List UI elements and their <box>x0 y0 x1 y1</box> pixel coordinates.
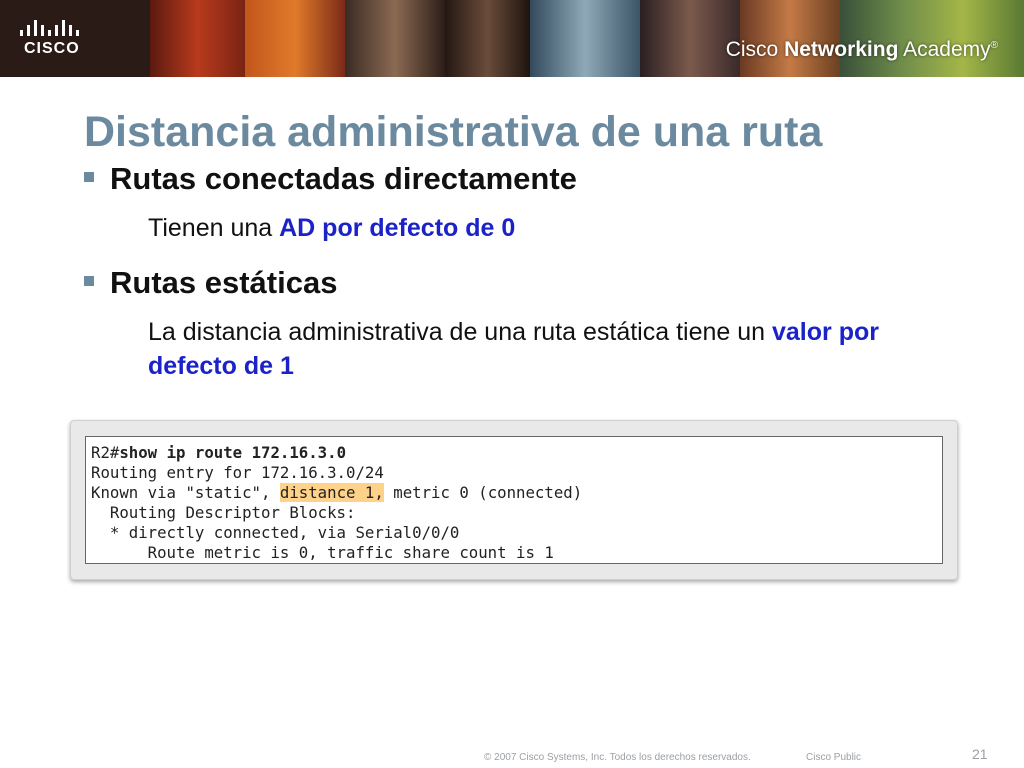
bullet-connected-routes: Rutas conectadas directamente <box>84 161 577 197</box>
terminal-line-3: Known via "static", distance 1, metric 0… <box>91 483 582 502</box>
banner-photo <box>150 0 245 77</box>
academy-brand-suffix: Academy <box>898 38 991 61</box>
terminal-line-6: Route metric is 0, traffic share count i… <box>91 543 554 562</box>
header-banner: CISCO Cisco Networking Academy® <box>0 0 1024 77</box>
banner-photo <box>445 0 530 77</box>
bullet-square-icon <box>84 275 94 286</box>
sub-text: Tienen una <box>148 214 280 242</box>
cisco-logo-bars-icon <box>20 20 79 36</box>
sub-text-highlight: AD por defecto de 0 <box>279 214 516 242</box>
terminal-line-2: Routing entry for 172.16.3.0/24 <box>91 463 384 482</box>
cli-prompt: R2# <box>91 443 120 462</box>
cisco-logo-text: CISCO <box>24 40 80 57</box>
bullet-square-icon <box>84 171 94 182</box>
cli-command: show ip route 172.16.3.0 <box>119 443 347 462</box>
cli-output-panel: R2#show ip route 172.16.3.0 Routing entr… <box>70 420 958 580</box>
terminal-line-5: * directly connected, via Serial0/0/0 <box>91 523 460 542</box>
bullet-static-routes: Rutas estáticas <box>84 265 337 301</box>
bullet-heading: Rutas estáticas <box>110 265 338 300</box>
terminal-line-4: Routing Descriptor Blocks: <box>91 503 356 522</box>
page-number: 21 <box>972 746 988 762</box>
slide-title: Distancia administrativa de una ruta <box>84 108 823 156</box>
banner-photo <box>530 0 640 77</box>
distance-highlight: distance 1, <box>279 483 384 502</box>
sub-text: La distancia administrativa de una ruta … <box>148 318 772 346</box>
footer-copyright: © 2007 Cisco Systems, Inc. Todos los der… <box>484 752 751 763</box>
terminal-line-1: R2#show ip route 172.16.3.0 <box>91 443 346 462</box>
terminal-line-3-start: Known via "static", <box>91 483 280 502</box>
cisco-logo: CISCO <box>14 14 124 64</box>
networking-academy-brand: Cisco Networking Academy® <box>726 38 998 62</box>
bullet-static-routes-text: La distancia administrativa de una ruta … <box>148 315 968 383</box>
terminal-line-3-end: metric 0 (connected) <box>383 483 583 502</box>
banner-photo <box>345 0 445 77</box>
terminal-window: R2#show ip route 172.16.3.0 Routing entr… <box>85 436 943 564</box>
academy-brand-bold: Networking <box>784 38 899 61</box>
trademark-symbol: ® <box>990 40 998 51</box>
footer-classification: Cisco Public <box>806 752 862 763</box>
academy-brand-prefix: Cisco <box>725 38 785 61</box>
bullet-heading: Rutas conectadas directamente <box>110 161 577 196</box>
banner-photo <box>245 0 345 77</box>
bullet-connected-routes-text: Tienen una AD por defecto de 0 <box>148 211 515 245</box>
